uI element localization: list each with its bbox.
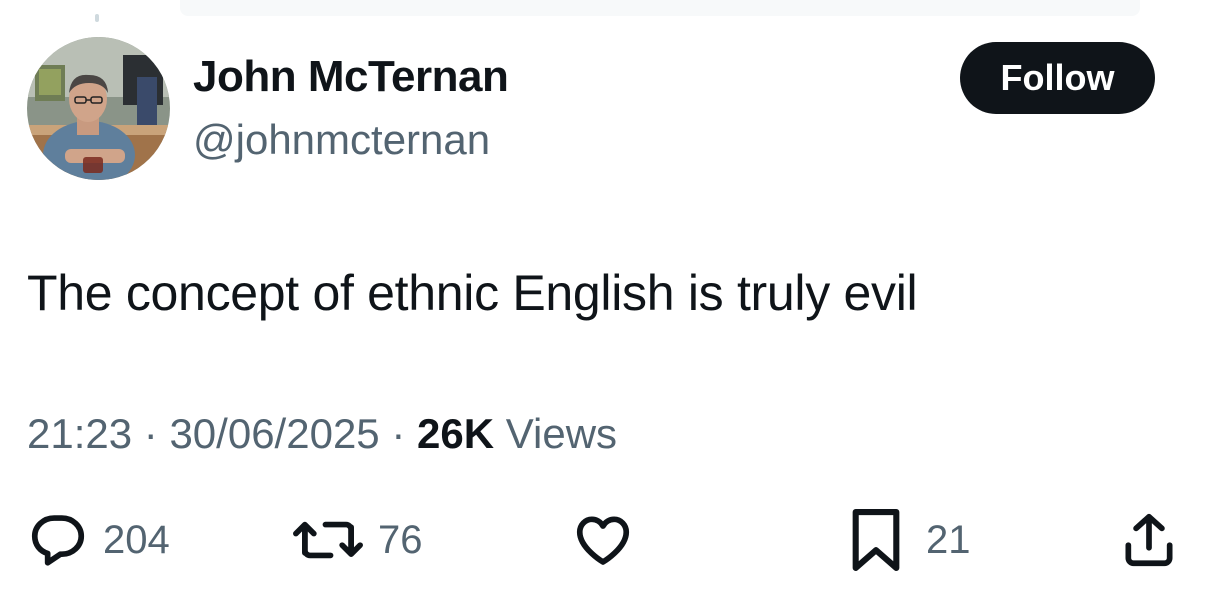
reply-button[interactable]: 204 bbox=[27, 500, 170, 580]
bookmark-button[interactable]: 21 bbox=[850, 500, 971, 580]
follow-button[interactable]: Follow bbox=[960, 42, 1155, 114]
retweet-icon bbox=[293, 521, 363, 559]
bookmark-icon bbox=[852, 509, 900, 571]
top-edge-mark bbox=[95, 14, 99, 22]
reply-icon bbox=[31, 515, 85, 566]
share-icon bbox=[1125, 513, 1173, 567]
tweet-page: John McTernan @johnmcternan Follow The c… bbox=[0, 0, 1206, 608]
avatar-photo-icon bbox=[27, 37, 170, 180]
meta-separator: · bbox=[143, 410, 158, 457]
reply-count: 204 bbox=[103, 517, 170, 562]
author-name[interactable]: John McTernan bbox=[193, 52, 509, 102]
meta-separator: · bbox=[391, 410, 406, 457]
tweet-time[interactable]: 21:23 bbox=[27, 410, 132, 457]
views-count: 26K bbox=[417, 410, 495, 457]
share-button[interactable] bbox=[1118, 500, 1180, 580]
avatar[interactable] bbox=[27, 37, 170, 180]
author-handle[interactable]: @johnmcternan bbox=[193, 116, 490, 164]
tweet-date[interactable]: 30/06/2025 bbox=[169, 410, 379, 457]
tweet-text: The concept of ethnic English is truly e… bbox=[27, 265, 918, 321]
retweet-count: 76 bbox=[378, 517, 423, 562]
top-edge-strip bbox=[180, 0, 1140, 16]
retweet-button[interactable]: 76 bbox=[292, 500, 423, 580]
action-bar: 204 76 21 bbox=[0, 500, 1206, 580]
views-label: Views bbox=[505, 410, 618, 457]
bookmark-count: 21 bbox=[926, 517, 971, 562]
heart-icon bbox=[576, 516, 630, 565]
tweet-meta: 21:23 · 30/06/2025 · 26K Views bbox=[27, 410, 617, 458]
like-button[interactable] bbox=[572, 500, 648, 580]
